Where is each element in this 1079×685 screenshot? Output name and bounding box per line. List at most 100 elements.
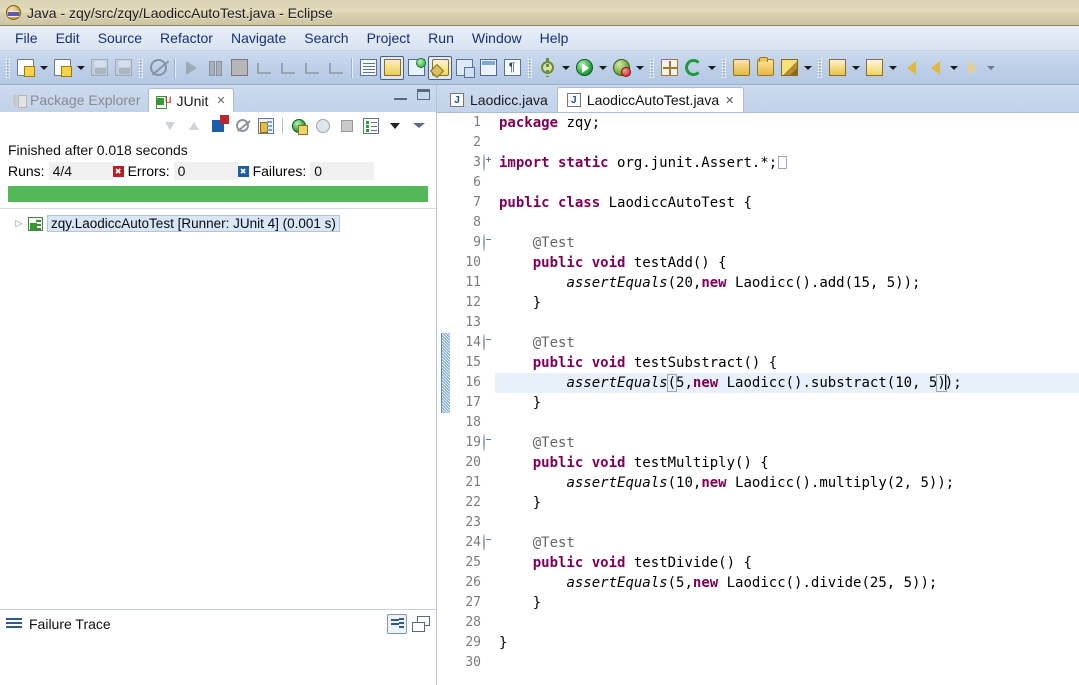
code-line[interactable]: import static org.junit.Assert.*; (495, 153, 1079, 173)
run-dropdown[interactable] (596, 56, 609, 80)
previous-annotation-dropdown[interactable] (849, 56, 862, 80)
code-line[interactable] (495, 653, 1079, 673)
menu-run[interactable]: Run (419, 27, 463, 49)
debug-button[interactable] (535, 56, 559, 80)
tab-laodiccautotest-java[interactable]: LaodiccAutoTest.java ✕ (556, 87, 745, 112)
menu-refactor[interactable]: Refactor (151, 27, 222, 49)
code-line[interactable]: public void testMultiply() { (495, 453, 1079, 473)
quick-fix-dropdown[interactable] (801, 56, 814, 80)
fold-minus-icon[interactable] (483, 433, 495, 453)
test-run-history-button[interactable] (360, 115, 382, 137)
code-line[interactable]: } (495, 393, 1079, 413)
toolbar-grip-2[interactable] (138, 57, 143, 78)
folding-ruler[interactable] (483, 113, 495, 685)
test-tree-row[interactable]: ▷ zqy.LaodiccAutoTest [Runner: JUnit 4] … (0, 214, 436, 233)
close-icon[interactable]: ✕ (725, 94, 734, 107)
menu-search[interactable]: Search (295, 27, 357, 49)
refresh-button[interactable] (681, 56, 705, 80)
compare-results-icon[interactable] (387, 614, 407, 634)
close-icon[interactable]: ✕ (216, 94, 225, 107)
code-line[interactable]: public void testAdd() { (495, 253, 1079, 273)
next-failure-button[interactable] (159, 115, 181, 137)
resume-button[interactable] (179, 56, 203, 80)
back-button[interactable] (923, 56, 947, 80)
code-line[interactable] (495, 173, 1079, 193)
editor-body[interactable]: 1 2 3 6 7 8 9 10 11 12 13 14 15 16 17 18 19 20 21 22 23 24 25 2… (437, 112, 1079, 685)
open-folder-button[interactable] (753, 56, 777, 80)
step-into-button[interactable] (275, 56, 299, 80)
view-menu-button[interactable] (384, 115, 406, 137)
refresh-dropdown[interactable] (705, 56, 718, 80)
show-hierarchy-button[interactable] (231, 115, 253, 137)
new-wizard-dropdown[interactable] (37, 56, 50, 80)
code-line[interactable] (495, 613, 1079, 633)
code-line[interactable]: assertEquals(20,new Laodicc().add(15, 5)… (495, 273, 1079, 293)
stop-test-run-button[interactable] (336, 115, 358, 137)
fold-minus-icon[interactable] (483, 233, 495, 253)
toolbar-grip-4[interactable] (649, 57, 654, 78)
java-editor-button[interactable] (428, 55, 452, 80)
quick-fix-button[interactable] (777, 56, 801, 80)
new-wizard-button[interactable] (13, 56, 37, 80)
forward-button[interactable] (960, 56, 984, 80)
menu-source[interactable]: Source (89, 27, 151, 49)
back-dropdown[interactable] (947, 56, 960, 80)
previous-annotation-button[interactable] (825, 56, 849, 80)
open-task-button[interactable] (476, 56, 500, 80)
coverage-dropdown[interactable] (633, 56, 646, 80)
rerun-failed-tests-button[interactable] (312, 115, 334, 137)
step-over-button[interactable] (299, 56, 323, 80)
new-package-button[interactable] (404, 56, 428, 80)
menu-navigate[interactable]: Navigate (222, 27, 295, 49)
fold-plus-icon[interactable] (483, 153, 495, 173)
back-history-button[interactable] (899, 56, 923, 80)
menu-file[interactable]: File (6, 27, 47, 49)
next-annotation-button[interactable] (862, 56, 886, 80)
save-button[interactable] (87, 56, 111, 80)
tab-junit[interactable]: JUnit ✕ (147, 88, 234, 112)
toolbar-grip-5[interactable] (721, 57, 726, 78)
failure-trace-content[interactable] (0, 637, 436, 685)
code-line[interactable]: assertEquals(5,new Laodicc().divide(25, … (495, 573, 1079, 593)
save-all-button[interactable] (111, 56, 135, 80)
annotation-ruler[interactable] (437, 113, 451, 685)
suspend-button[interactable] (203, 56, 227, 80)
new-element-button[interactable] (657, 56, 681, 80)
code-line[interactable] (495, 413, 1079, 433)
code-line[interactable]: } (495, 293, 1079, 313)
new-java-class-button[interactable] (50, 56, 74, 80)
toolbar-grip-6[interactable] (817, 57, 822, 78)
code-line[interactable]: package zqy; (495, 113, 1079, 133)
maximize-icon[interactable] (417, 89, 430, 100)
show-failures-only-button[interactable] (207, 114, 229, 137)
forward-dropdown[interactable] (984, 56, 997, 80)
code-line[interactable]: @Test (495, 333, 1079, 353)
open-type-button[interactable] (452, 56, 476, 80)
fold-minus-icon[interactable] (483, 533, 495, 553)
code-line[interactable] (495, 313, 1079, 333)
code-line[interactable]: assertEquals(10,new Laodicc().multiply(2… (495, 473, 1079, 493)
next-annotation-dropdown[interactable] (886, 56, 899, 80)
code-line[interactable]: @Test (495, 233, 1079, 253)
toolbar-grip[interactable] (5, 57, 10, 78)
code-line[interactable] (495, 513, 1079, 533)
code-line[interactable]: public class LaodiccAutoTest { (495, 193, 1079, 213)
minimize-icon[interactable] (394, 89, 407, 100)
code-line[interactable] (495, 133, 1079, 153)
skip-breakpoints-button[interactable] (356, 56, 380, 80)
code-line[interactable]: } (495, 633, 1079, 653)
new-java-class-dropdown[interactable] (74, 56, 87, 80)
toolbar-grip-3[interactable] (527, 57, 532, 78)
scroll-lock-button[interactable] (255, 115, 277, 137)
terminate-button[interactable] (227, 56, 251, 80)
code-line[interactable] (495, 213, 1079, 233)
disconnect-button[interactable] (251, 56, 275, 80)
minimize-view-button[interactable] (408, 115, 430, 137)
chevron-right-icon[interactable]: ▷ (14, 218, 24, 229)
open-resource-button[interactable] (729, 56, 753, 80)
step-return-button[interactable] (323, 56, 347, 80)
show-whitespace-button[interactable] (500, 56, 524, 80)
restore-icon[interactable] (412, 616, 430, 632)
code-line[interactable]: @Test (495, 433, 1079, 453)
tab-package-explorer[interactable]: Package Explorer (6, 88, 148, 112)
